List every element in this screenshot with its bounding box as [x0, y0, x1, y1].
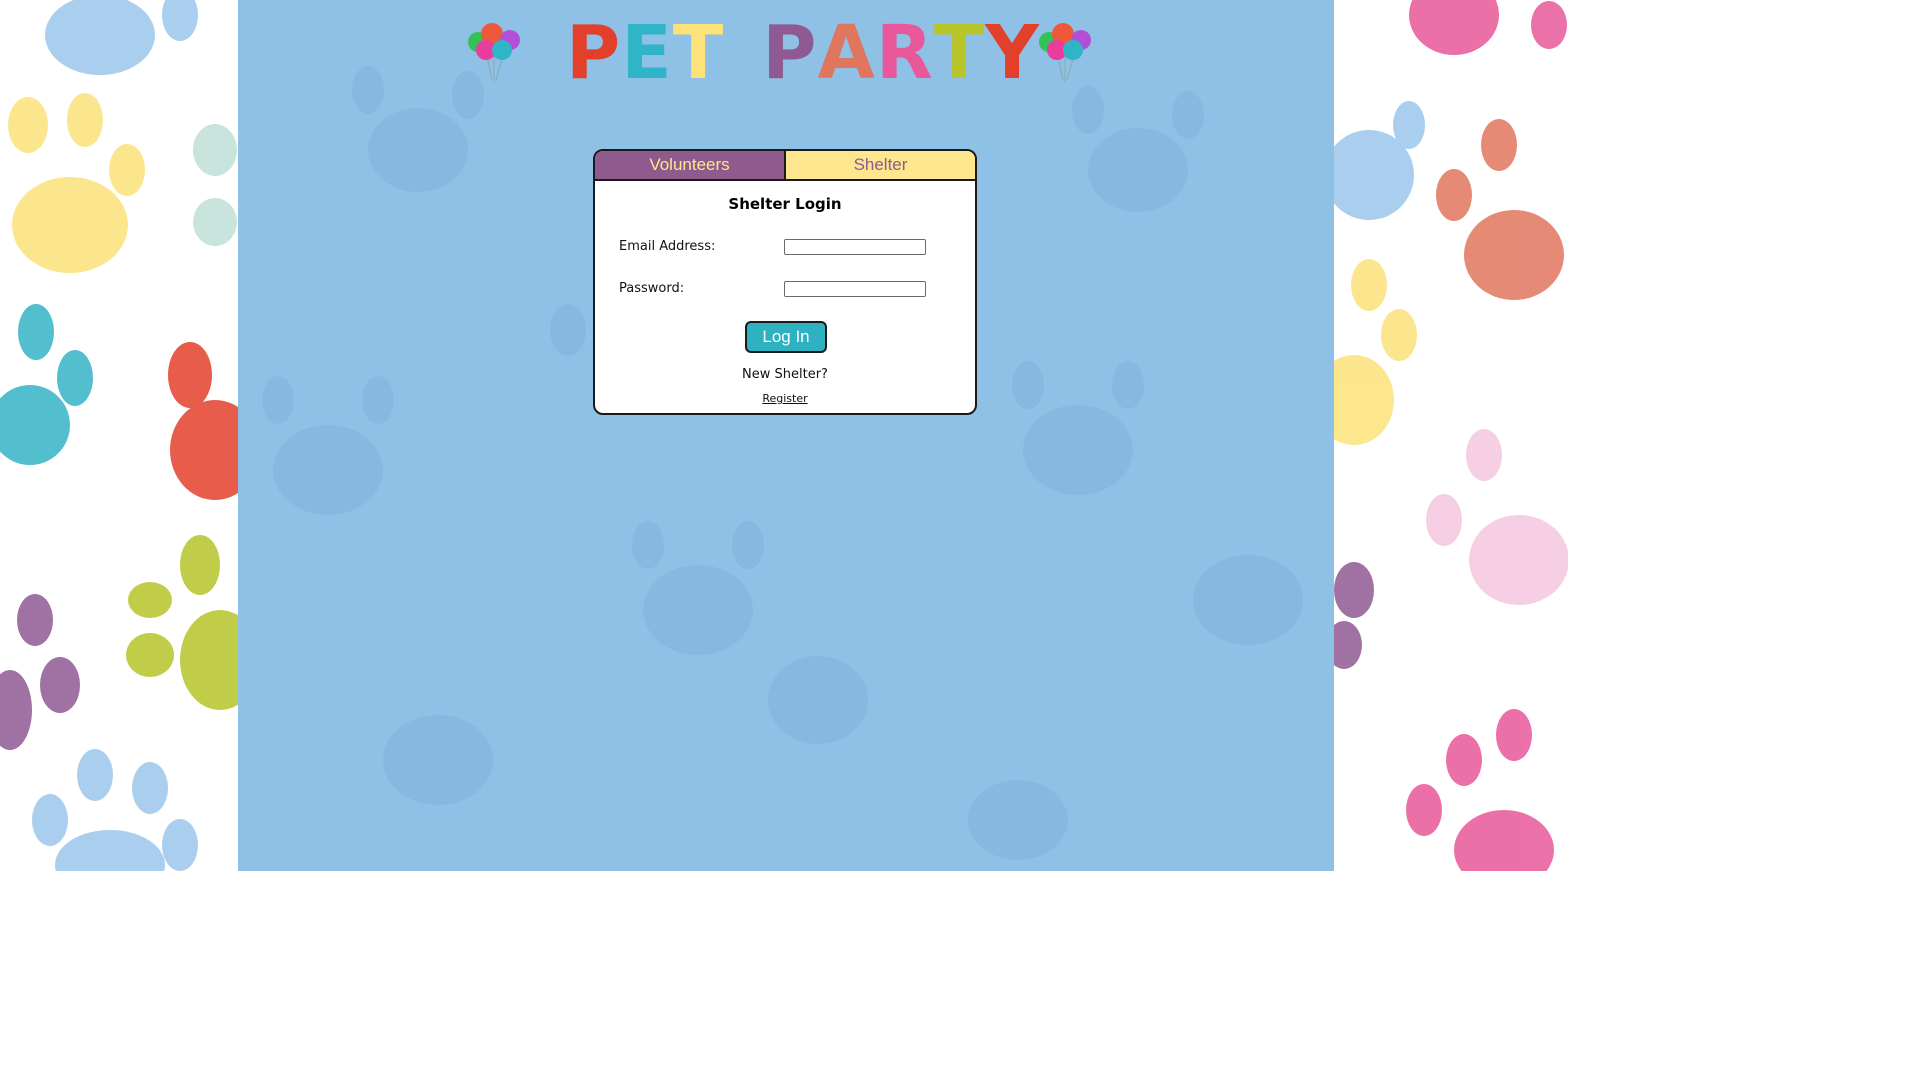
- login-card: Volunteers Shelter Shelter Login Email A…: [593, 149, 977, 415]
- left-paw-pattern-panel: [0, 0, 238, 871]
- password-label: Password:: [619, 281, 685, 296]
- title-letter: A: [817, 10, 876, 96]
- balloons-icon: [1039, 23, 1091, 82]
- balloons-icon: [468, 23, 520, 82]
- tab-volunteers[interactable]: Volunteers: [595, 151, 786, 179]
- site-header: PET PARTY: [238, 10, 1334, 90]
- password-field[interactable]: [784, 281, 926, 297]
- login-tabs: Volunteers Shelter: [595, 151, 975, 181]
- tab-shelter[interactable]: Shelter: [786, 151, 975, 179]
- login-title: Shelter Login: [728, 195, 842, 213]
- site-title: PET PARTY: [566, 16, 1040, 90]
- right-paw-pattern-panel: [1334, 0, 1568, 871]
- title-letter: P: [566, 10, 622, 96]
- login-form: Shelter Login Email Address: Password: L…: [595, 181, 975, 413]
- register-link[interactable]: Register: [595, 392, 975, 405]
- title-letter: P: [762, 10, 818, 96]
- main-content-area: PET PARTY Volunteers Shelter Shelter Logi…: [238, 0, 1334, 871]
- email-field[interactable]: [784, 239, 926, 255]
- faint-paw-background: [262, 66, 1303, 860]
- title-letter: R: [875, 10, 934, 96]
- title-letter: T: [672, 10, 725, 96]
- title-letter: Y: [985, 10, 1040, 96]
- title-letter: T: [933, 10, 986, 96]
- new-shelter-text: New Shelter?: [742, 367, 828, 382]
- paw-pattern-decoration: [1334, 0, 1568, 871]
- login-button[interactable]: Log In: [745, 321, 827, 353]
- paw-pattern-decoration: [0, 0, 238, 871]
- email-label: Email Address:: [619, 239, 716, 254]
- title-letter: E: [621, 10, 673, 96]
